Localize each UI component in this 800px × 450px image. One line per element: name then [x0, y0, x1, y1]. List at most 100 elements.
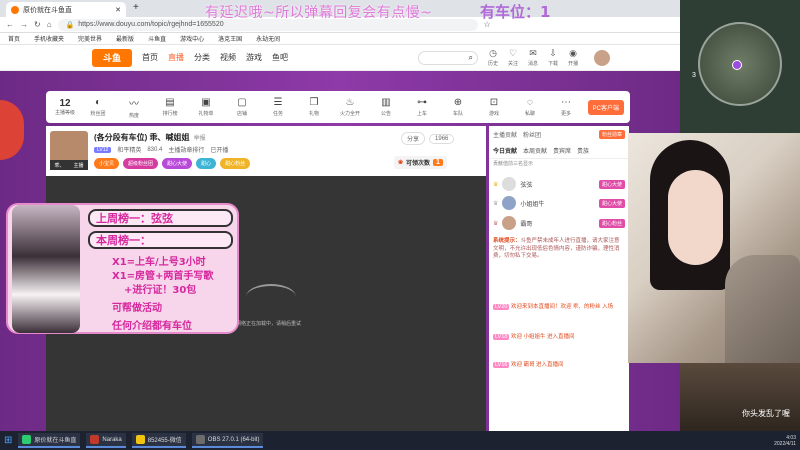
rank-row[interactable]: ♛ 霸哥 甜心粉丝	[493, 215, 625, 231]
report-link[interactable]: 举报	[194, 136, 206, 142]
room-badge[interactable]: 甜心大使	[162, 158, 193, 169]
tool-gift[interactable]: ❒ 礼物	[298, 97, 330, 117]
nav-games[interactable]: 游戏	[246, 52, 262, 63]
room-badges: 小宝贝 超级粉丝团 甜心大使 甜心 甜心粉丝	[94, 158, 251, 169]
tool-game[interactable]: ⊡ 游戏	[478, 97, 510, 117]
bookmark-item[interactable]: 手机收藏夹	[34, 34, 64, 43]
system-clock[interactable]: 4:03 2022/4/11	[774, 435, 796, 447]
tab-week[interactable]: 本周贡献	[523, 146, 547, 155]
nav-category[interactable]: 分类	[194, 52, 210, 63]
nav-history[interactable]: ◷ 历史	[488, 48, 498, 67]
browser-icon	[22, 435, 32, 444]
broadcast-icon: ◉	[569, 48, 577, 58]
avatar[interactable]	[594, 49, 611, 66]
nav-download[interactable]: ⇩ 下载	[548, 48, 558, 67]
new-tab-icon[interactable]: +	[133, 2, 139, 13]
forward-icon[interactable]: →	[20, 20, 28, 29]
crown-icon: ♛	[493, 220, 499, 227]
lock-icon: 🔒	[65, 21, 75, 29]
history-icon: ◷	[489, 48, 497, 58]
meta-live: 已开播	[210, 148, 229, 154]
overlay-line: X1=上车/上号3小时	[112, 257, 206, 268]
room-caption: 你头发乱了喔	[742, 409, 790, 418]
team-icon: ⊕	[453, 97, 463, 108]
overlay-line: 任何介绍都有车位	[112, 321, 192, 332]
bookmark-item[interactable]: 斗鱼直	[148, 34, 166, 43]
room-badge[interactable]: 甜心	[196, 158, 217, 169]
nav-home[interactable]: 首页	[142, 52, 158, 63]
taskbar-obs[interactable]: OBS 27.0.1 (64-bit)	[191, 433, 264, 448]
tool-gift-list[interactable]: ▣ 礼物单	[190, 97, 222, 117]
nav-live[interactable]: 直播	[168, 52, 184, 63]
taskbar-naraka[interactable]: Naraka	[86, 433, 126, 448]
rank-header: 贡献值前三名显示	[493, 161, 534, 167]
bookmark-item[interactable]: 游戏中心	[180, 34, 204, 43]
room-badge[interactable]: 小宝贝	[94, 158, 120, 169]
meta-category[interactable]: 和平精英	[117, 145, 141, 154]
taskbar-app[interactable]: 852455-微信	[131, 433, 186, 448]
loading-spinner-icon	[246, 284, 296, 310]
home-icon[interactable]: ⌂	[47, 20, 52, 29]
room-meta: LV12 和平精英 830.4 主播勋章排行 已开播	[94, 145, 228, 154]
tab-fans[interactable]: 粉丝团	[523, 130, 541, 139]
download-icon: ⇩	[549, 48, 557, 58]
browser-tab[interactable]: 原价就在斗鱼直 ✕	[6, 2, 126, 17]
tool-chat[interactable]: ◌ 私聊	[514, 97, 546, 117]
reload-icon[interactable]: ↻	[34, 20, 41, 29]
tab-noble[interactable]: 贵族	[577, 146, 589, 155]
pc-client-button[interactable]: PC客户端	[587, 99, 624, 115]
chat-icon: ◌	[527, 97, 533, 108]
taskbar: ⊞ 原价就在斗鱼直 Naraka 852455-微信 OBS 27.0.1 (6…	[0, 431, 800, 450]
bookmark-item[interactable]: 最新版	[116, 34, 134, 43]
tool-car[interactable]: ⊶ 上车	[406, 97, 438, 117]
tool-shop[interactable]: ▢ 店铺	[226, 97, 258, 117]
nav-follow[interactable]: ♡ 关注	[508, 48, 518, 67]
windows-start-icon[interactable]: ⊞	[4, 435, 12, 446]
tool-team[interactable]: ⊕ 车队	[442, 97, 474, 117]
nav-message[interactable]: ✉ 消息	[528, 48, 538, 67]
this-week-top-box: 本周榜一：	[88, 231, 233, 249]
anchor-level[interactable]: 12 主播等级	[52, 98, 78, 116]
search-input[interactable]: ⌕	[418, 50, 478, 65]
bookmarks-bar: 首页 手机收藏夹 完美世界 最新版 斗鱼直 游戏中心 洛克王国 永劫无间	[0, 33, 680, 45]
shop-icon: ▢	[237, 97, 247, 108]
share-button[interactable]: 分享	[401, 132, 426, 145]
rank-row[interactable]: ♛ 弦弦 甜心大使	[493, 176, 625, 192]
search-icon[interactable]: ⌕	[469, 53, 473, 63]
tab-favicon-icon	[11, 5, 19, 14]
bookmark-item[interactable]: 永劫无间	[256, 34, 280, 43]
meta-rank[interactable]: 主播勋章排行	[168, 145, 204, 154]
nav-broadcast[interactable]: ◉ 开播	[568, 48, 578, 67]
rank-badge: 甜心大使	[598, 198, 625, 208]
tool-heat[interactable]: 〰热度	[118, 95, 150, 119]
heat-icon: 〰	[129, 99, 139, 110]
stream-overlay-panel: 上周榜一：弦弦 本周榜一： X1=上车/上号3小时 X1=房管+两首手写歌 +进…	[6, 203, 239, 334]
tab-anchor-contrib[interactable]: 主播贡献	[493, 130, 517, 139]
chat-top-tabs: 主播贡献 粉丝团 粉丝勋章	[489, 130, 629, 139]
douyu-logo[interactable]: 斗鱼	[92, 48, 132, 67]
close-icon[interactable]: ✕	[115, 6, 121, 14]
fan-badge-button[interactable]: 粉丝勋章	[598, 130, 625, 139]
follow-count-button[interactable]: 1966	[429, 133, 455, 144]
tab-vip[interactable]: 贵宾席	[553, 146, 571, 155]
tool-rank[interactable]: ▤ 排行榜	[154, 97, 186, 117]
room-badge[interactable]: 超级粉丝团	[123, 158, 159, 169]
tool-doc[interactable]: ▥ 公告	[370, 97, 402, 117]
nav-video[interactable]: 视频	[220, 52, 236, 63]
room-badge[interactable]: 甜心粉丝	[220, 158, 251, 169]
rank-row[interactable]: ♛ 小姐姐牛 甜心大使	[493, 195, 625, 211]
back-icon[interactable]: ←	[6, 20, 14, 29]
bookmark-item[interactable]: 洛克王国	[218, 34, 242, 43]
bookmark-item[interactable]: 完美世界	[78, 34, 102, 43]
nav-yuba[interactable]: 鱼吧	[272, 52, 288, 63]
tool-more[interactable]: ⋯ 更多	[550, 97, 582, 117]
tool-fire[interactable]: ♨ 火力全开	[334, 97, 366, 117]
tool-task[interactable]: ☰ 任务	[262, 97, 294, 117]
bookmark-item[interactable]: 首页	[8, 34, 20, 43]
tool-fan-group[interactable]: ◐ 粉丝团	[82, 97, 114, 117]
tab-today[interactable]: 今日贡献	[493, 146, 517, 155]
player-message: 网络正在加载中，请稍后重试	[236, 321, 302, 327]
taskbar-browser[interactable]: 原价就在斗鱼直	[18, 433, 81, 448]
chat-message: LV20 欢迎来到本直播间！欢迎 乖、的粉丝 入场	[493, 304, 614, 310]
collect-button[interactable]: ❀ 可领次数 1	[394, 156, 447, 169]
